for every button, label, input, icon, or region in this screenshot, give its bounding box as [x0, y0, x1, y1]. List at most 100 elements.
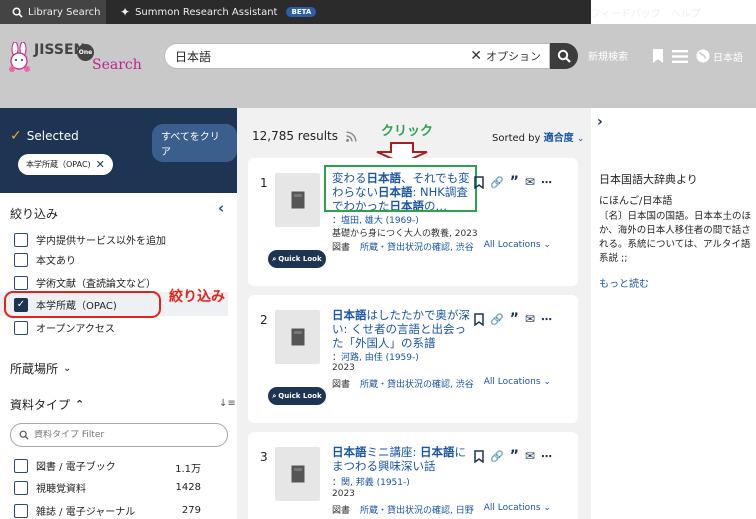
result-actions: 🔗 ” ✉ ⋯	[474, 311, 552, 327]
chevron-down-icon[interactable]: ⌄	[577, 134, 585, 144]
email-icon[interactable]: ✉	[525, 312, 535, 326]
more-options-icon[interactable]: ⋯	[541, 450, 552, 463]
sparkle-icon: ✦	[120, 5, 131, 19]
read-more-link[interactable]: もっと読む	[599, 275, 649, 290]
result-number: 3	[260, 450, 268, 464]
remove-filter-icon[interactable]: ✕	[96, 158, 105, 171]
bookmark-icon[interactable]	[652, 48, 664, 64]
author-prefix: ：	[332, 353, 342, 363]
link-icon[interactable]: 🔗	[490, 313, 504, 326]
sort-icon[interactable]: ↓≡	[219, 398, 236, 409]
cite-icon[interactable]: ”	[510, 311, 519, 327]
quick-look-label: Quick Look	[278, 392, 322, 400]
availability-link[interactable]: 所蔵・貸出状況の確認, 渋谷	[360, 240, 474, 253]
result-meta: 図書 所蔵・貸出状況の確認, 渋谷 All Locations ⌄	[332, 240, 551, 253]
refine-heading: 絞り込み	[10, 205, 58, 222]
checkbox[interactable]	[14, 232, 28, 247]
checkbox[interactable]	[14, 503, 28, 518]
search-icon	[12, 7, 23, 18]
search-button[interactable]	[550, 43, 578, 69]
tab-library-search-label: Library Search	[28, 6, 101, 18]
author-link[interactable]: 塩田, 雄大 (1969-)	[341, 216, 419, 226]
checkbox[interactable]	[14, 320, 28, 335]
checkbox[interactable]	[14, 458, 28, 473]
quick-look-button[interactable]: ⌕ Quick Look	[268, 250, 326, 268]
filter-chip-opac[interactable]: 本学所蔵（OPAC) ✕	[18, 154, 113, 175]
type-option[interactable]: 雑誌 / 電子ジャーナル	[14, 503, 135, 518]
refine-option[interactable]: 本文あり	[14, 252, 76, 267]
bookmark-icon[interactable]	[474, 449, 484, 463]
book-cover-icon[interactable]	[275, 173, 320, 227]
author-link[interactable]: 河路, 由佳 (1959-)	[341, 353, 419, 363]
clear-all-button[interactable]: すべてをクリア	[152, 124, 237, 162]
title-highlight: 日本語	[420, 445, 455, 459]
email-icon[interactable]: ✉	[525, 449, 535, 463]
book-cover-icon[interactable]	[275, 447, 320, 501]
result-type: 図書	[332, 380, 351, 390]
cite-icon[interactable]: ”	[510, 448, 519, 464]
checkbox[interactable]	[14, 252, 28, 267]
result-author: ：関, 邦義 (1951-)	[332, 475, 410, 488]
all-locations-label: All Locations	[483, 503, 541, 513]
all-locations-dropdown[interactable]: All Locations ⌄	[484, 377, 551, 390]
refine-option-label: 学術文献（査読論文など）	[36, 279, 156, 290]
link-icon[interactable]: 🔗	[490, 176, 504, 189]
material-type-heading[interactable]: 資料タイプ ⌃	[10, 396, 84, 413]
sort-dropdown[interactable]: 適合度	[544, 133, 574, 144]
rss-icon[interactable]	[346, 131, 357, 142]
options-button[interactable]: オプション	[486, 48, 541, 64]
bookmark-icon[interactable]	[474, 175, 484, 189]
logo-search-text: Search	[92, 57, 142, 73]
cite-icon[interactable]: ”	[510, 174, 519, 190]
more-options-icon[interactable]: ⋯	[541, 313, 552, 326]
refine-option[interactable]: オープンアクセス	[14, 320, 115, 335]
material-type-filter	[10, 423, 228, 447]
menu-icon[interactable]	[672, 49, 688, 63]
tab-library-search[interactable]: Library Search	[0, 0, 106, 24]
author-link[interactable]: 関, 邦義 (1951-)	[341, 478, 410, 488]
bookmark-icon[interactable]	[474, 312, 484, 326]
checkbox[interactable]	[14, 275, 28, 290]
author-prefix: ：	[332, 478, 342, 488]
type-count: 279	[181, 505, 201, 516]
tab-summon-research-assistant[interactable]: ✦ Summon Research Assistant BETA	[120, 0, 317, 24]
rabbit-logo-icon	[9, 42, 30, 72]
refine-option[interactable]: 学内提供サービス以外を追加	[14, 232, 166, 247]
globe-icon	[696, 49, 710, 63]
result-year: 2023	[332, 363, 355, 373]
feedback-link[interactable]: フィードバック	[591, 5, 661, 20]
annotation-green-box	[324, 165, 477, 212]
type-option-label: 雑誌 / 電子ジャーナル	[36, 507, 136, 518]
type-option[interactable]: 視聴覚資料	[14, 480, 86, 495]
jissen-onesearch-logo[interactable]: JISSEN One Search	[6, 40, 142, 80]
language-selector[interactable]: 日本語	[696, 49, 743, 64]
result-title-link[interactable]: 日本語はしたたかで奥が深い: くせ者の言語と出会った「外国人」の系譜	[332, 308, 472, 350]
result-actions: 🔗 ” ✉ ⋯	[474, 174, 552, 190]
type-option[interactable]: 図書 / 電子ブック	[14, 458, 116, 473]
location-heading[interactable]: 所蔵場所 ⌄	[10, 360, 71, 377]
search-box: ✕ オプション	[164, 43, 550, 69]
clear-search-button[interactable]: ✕	[470, 48, 482, 64]
result-meta: 図書 所蔵・貸出状況の確認, 渋谷 All Locations ⌄	[332, 377, 551, 390]
checkbox[interactable]	[14, 480, 28, 495]
material-type-filter-input[interactable]	[34, 430, 214, 440]
search-input[interactable]	[175, 49, 471, 63]
link-icon[interactable]: 🔗	[490, 450, 504, 463]
collapse-panel-icon[interactable]: ‹	[218, 199, 224, 217]
result-title-link[interactable]: 日本語ミニ講座: 日本語にまつわる興味深い話	[332, 445, 472, 473]
all-locations-dropdown[interactable]: All Locations ⌄	[484, 503, 551, 516]
availability-link[interactable]: 所蔵・貸出状況の確認, 日野	[360, 503, 474, 516]
more-options-icon[interactable]: ⋯	[541, 176, 552, 189]
refine-option[interactable]: 学術文献（査読論文など）	[14, 275, 156, 290]
book-cover-icon[interactable]	[275, 310, 320, 364]
email-icon[interactable]: ✉	[525, 175, 535, 189]
chevron-right-icon[interactable]: ›	[597, 114, 603, 130]
all-locations-dropdown[interactable]: All Locations ⌄	[484, 240, 551, 253]
help-link[interactable]: ヘルプ	[671, 5, 701, 20]
availability-link[interactable]: 所蔵・貸出状況の確認, 渋谷	[360, 377, 474, 390]
quick-look-button[interactable]: ⌕ Quick Look	[268, 387, 326, 405]
new-search-link[interactable]: 新規検索	[588, 48, 628, 63]
title-segment: ミニ講座:	[366, 445, 421, 459]
all-locations-label: All Locations	[483, 377, 541, 387]
selected-filters: ✓ Selected すべてをクリア 本学所蔵（OPAC) ✕	[0, 108, 237, 193]
